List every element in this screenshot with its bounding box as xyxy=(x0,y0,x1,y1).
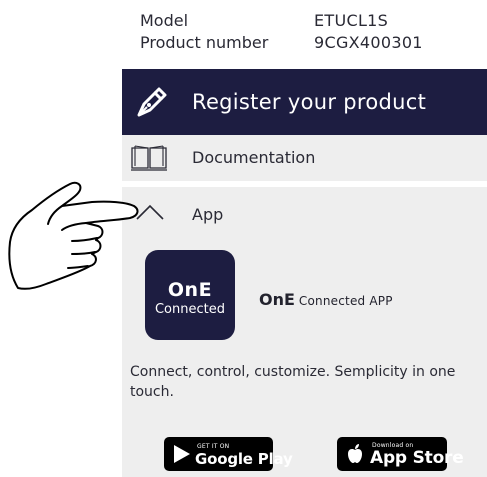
product-panel: Model ETUCL1S Product number 9CGX400301 … xyxy=(122,0,487,477)
apple-icon xyxy=(348,444,362,463)
product-number-label: Product number xyxy=(140,33,269,52)
google-play-icon xyxy=(174,445,190,463)
model-value: ETUCL1S xyxy=(314,11,389,30)
model-label: Model xyxy=(140,11,189,30)
app-store-big-text: App Store xyxy=(370,448,464,468)
register-product-label: Register your product xyxy=(192,90,427,114)
app-logo-line2: Connected xyxy=(154,302,225,317)
app-logo-tile[interactable]: OnE Connected xyxy=(145,250,235,340)
app-store-badge[interactable]: Download on App Store xyxy=(337,437,464,471)
pen-icon xyxy=(137,87,167,117)
google-play-big-text: Google Play xyxy=(195,450,293,468)
app-name-bold: OnE xyxy=(259,290,295,309)
app-tagline: Connect, control, customize. Semplicity … xyxy=(130,364,456,400)
product-number-value: 9CGX400301 xyxy=(314,33,423,52)
app-accordion-header[interactable]: App xyxy=(122,187,487,238)
app-name-rest: Connected APP xyxy=(298,294,393,308)
app-accordion-content: OnE Connected OnE Connected APP Connect, … xyxy=(122,238,487,477)
documentation-label: Documentation xyxy=(192,148,316,167)
app-label: App xyxy=(192,205,224,224)
register-product-button[interactable]: Register your product xyxy=(122,69,487,135)
google-play-small-text: GET IT ON xyxy=(197,443,230,450)
documentation-item[interactable]: Documentation xyxy=(122,135,487,187)
pointing-hand-icon xyxy=(8,181,139,290)
google-play-badge[interactable]: GET IT ON Google Play xyxy=(164,437,293,471)
app-logo-line1: OnE xyxy=(167,279,213,301)
app-name: OnE Connected APP xyxy=(259,290,393,309)
book-icon xyxy=(131,145,167,171)
